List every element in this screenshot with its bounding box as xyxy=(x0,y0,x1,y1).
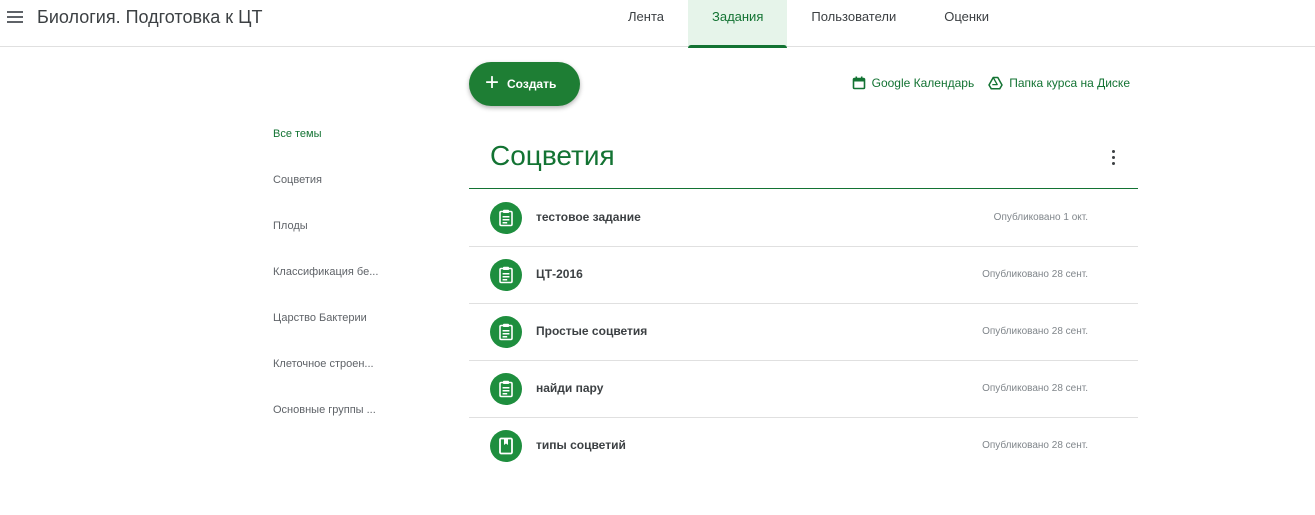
assignment-icon xyxy=(490,316,522,348)
list-item[interactable]: ЦТ-2016 Опубликовано 28 сент. xyxy=(469,247,1138,304)
list-item[interactable]: найди пару Опубликовано 28 сент. xyxy=(469,361,1138,418)
item-title: ЦТ-2016 xyxy=(536,267,583,281)
drive-folder-link[interactable]: Папка курса на Диске xyxy=(988,76,1130,90)
tab-label: Пользователи xyxy=(811,9,897,24)
topic-section-header: Соцветия xyxy=(469,138,1138,189)
material-icon xyxy=(490,430,522,462)
google-calendar-link[interactable]: Google Календарь xyxy=(852,76,975,90)
item-title: найди пару xyxy=(536,381,604,395)
google-calendar-label: Google Календарь xyxy=(871,76,975,90)
drive-folder-label: Папка курса на Диске xyxy=(1009,76,1130,90)
course-links: Google Календарь Папка курса на Диске xyxy=(852,76,1130,90)
list-item[interactable]: типы соцветий Опубликовано 28 сент. xyxy=(469,418,1138,475)
item-title: тестовое задание xyxy=(536,210,641,224)
item-title: Простые соцветия xyxy=(536,324,648,338)
item-date: Опубликовано 28 сент. xyxy=(982,383,1088,394)
topic-item[interactable]: Основные группы ... xyxy=(273,404,433,450)
item-date: Опубликовано 28 сент. xyxy=(982,326,1088,337)
course-tabs: Лента Задания Пользователи Оценки xyxy=(604,0,1013,48)
list-item[interactable]: тестовое задание Опубликовано 1 окт. xyxy=(469,190,1138,247)
topics-sidebar: Все темы Соцветия Плоды Классификация бе… xyxy=(273,128,433,450)
topic-item[interactable]: Плоды xyxy=(273,220,433,266)
tab-classwork[interactable]: Задания xyxy=(687,0,788,48)
topic-item[interactable]: Клеточное строен... xyxy=(273,358,433,404)
list-item[interactable]: Простые соцветия Опубликовано 28 сент. xyxy=(469,304,1138,361)
item-title: типы соцветий xyxy=(536,438,626,452)
topic-title: Соцветия xyxy=(490,140,615,171)
topic-item[interactable]: Царство Бактерии xyxy=(273,312,433,358)
tab-stream[interactable]: Лента xyxy=(604,0,688,47)
tab-grades[interactable]: Оценки xyxy=(920,0,1013,47)
top-app-bar: Биология. Подготовка к ЦТ Лента Задания … xyxy=(0,0,1315,48)
hamburger-menu-icon[interactable] xyxy=(4,6,26,28)
assignment-icon xyxy=(490,259,522,291)
tab-label: Оценки xyxy=(944,9,990,24)
course-title[interactable]: Биология. Подготовка к ЦТ xyxy=(37,7,263,28)
item-date: Опубликовано 28 сент. xyxy=(982,440,1088,451)
tab-label: Лента xyxy=(628,9,664,24)
create-button[interactable]: + Создать xyxy=(469,62,580,106)
drive-icon xyxy=(988,76,1003,90)
assignment-icon xyxy=(490,202,522,234)
item-date: Опубликовано 28 сент. xyxy=(982,269,1088,280)
classwork-list: тестовое задание Опубликовано 1 окт. ЦТ-… xyxy=(469,190,1138,475)
topic-item[interactable]: Классификация бе... xyxy=(273,266,433,312)
topic-all[interactable]: Все темы xyxy=(273,128,433,174)
item-date: Опубликовано 1 окт. xyxy=(993,212,1088,223)
more-options-icon[interactable] xyxy=(1108,147,1118,167)
tab-people[interactable]: Пользователи xyxy=(787,0,920,47)
calendar-icon xyxy=(852,76,866,90)
topic-item[interactable]: Соцветия xyxy=(273,174,433,220)
create-button-label: Создать xyxy=(507,77,557,91)
tab-label: Задания xyxy=(711,9,764,24)
assignment-icon xyxy=(490,373,522,405)
plus-icon: + xyxy=(485,69,500,96)
